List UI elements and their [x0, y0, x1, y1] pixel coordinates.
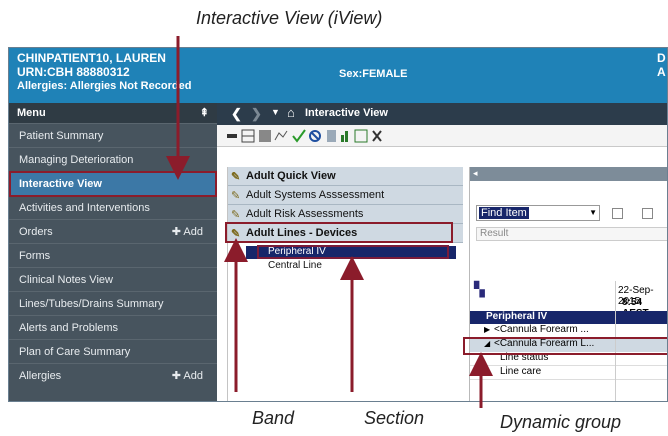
annotation-arrows: [166, 36, 493, 408]
annotation-band: Band: [252, 408, 295, 428]
annotation-section: Section: [364, 408, 425, 428]
annotation-dynamic-group: Dynamic group: [500, 412, 622, 432]
